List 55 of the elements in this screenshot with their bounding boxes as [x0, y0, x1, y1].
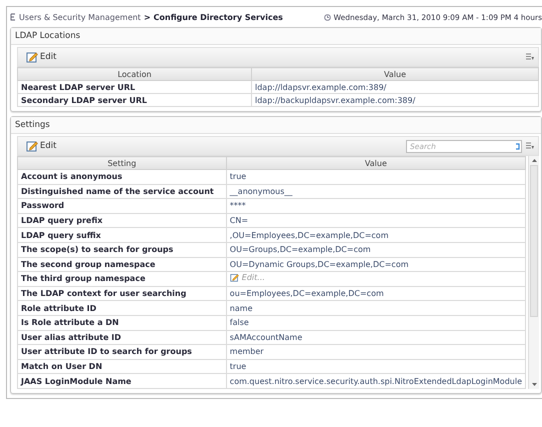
table-cell: true: [226, 359, 526, 374]
panel-title: LDAP Locations: [11, 28, 541, 45]
column-header[interactable]: Value: [252, 68, 538, 80]
scroll-up-icon[interactable]: [532, 159, 536, 162]
clock-icon: [324, 14, 331, 20]
edit-icon: [230, 273, 239, 282]
table-cell: Nearest LDAP server URL: [18, 80, 252, 94]
table-cell: true: [226, 170, 526, 184]
table-cell: Account is anonymous: [18, 170, 226, 184]
column-settings-icon[interactable]: [526, 53, 534, 61]
table-cell: ldap://ldapsvr.example.com:389/: [252, 80, 538, 94]
table-cell: JAAS LoginModule Name: [18, 374, 226, 388]
column-settings-icon[interactable]: [526, 142, 534, 150]
table-cell: LDAP query prefix: [18, 213, 226, 228]
table-cell: Password: [18, 198, 226, 214]
table-cell: Role attribute ID: [18, 300, 226, 316]
edit-button[interactable]: Edit: [24, 139, 58, 153]
column-header[interactable]: Setting: [18, 156, 226, 170]
table-cell: The second group namespace: [18, 257, 226, 272]
scrollbar[interactable]: [528, 156, 539, 389]
column-header[interactable]: Location: [18, 68, 252, 80]
table-cell: User alias attribute ID: [18, 330, 226, 345]
placeholder-text: Edit...: [242, 273, 265, 282]
table-cell: Match on User DN: [18, 359, 226, 374]
table-cell: ou=Employees,DC=example,DC=com: [226, 286, 526, 301]
table-cell: OU=Groups,DC=example,DC=com: [226, 242, 526, 258]
page-title: Configure Directory Services: [154, 12, 283, 22]
table-cell: sAMAccountName: [226, 330, 526, 345]
table-cell: name: [226, 300, 526, 316]
table-cell: member: [226, 344, 526, 360]
table-cell: ,OU=Employees,DC=example,DC=com: [226, 228, 526, 242]
table-cell: The LDAP context for user searching: [18, 286, 226, 301]
column-header[interactable]: Value: [226, 156, 526, 170]
table-cell: The scope(s) to search for groups: [18, 242, 226, 258]
edit-button[interactable]: Edit: [24, 50, 58, 64]
breadcrumb-icon: [10, 13, 16, 21]
table-cell: __anonymous__: [226, 184, 526, 199]
table-cell: LDAP query suffix: [18, 228, 226, 242]
table-cell: The third group namespace: [18, 272, 226, 286]
table-cell: Secondary LDAP server URL: [18, 94, 252, 106]
table-cell: false: [226, 315, 526, 330]
panel-title: Settings: [11, 117, 541, 134]
table-cell: com.quest.nitro.service.security.auth.spi.NitroExtendedLdapLoginModule: [226, 374, 526, 388]
table-cell: CN=: [226, 213, 526, 228]
edit-icon: [26, 140, 38, 152]
table-cell: OU=Dynamic Groups,DC=example,DC=com: [226, 257, 526, 272]
table-cell: Distinguished name of the service account: [18, 184, 226, 199]
edit-icon: [26, 51, 38, 63]
breadcrumb-separator: >: [144, 12, 151, 22]
table-cell: Is Role attribute a DN: [18, 315, 226, 330]
table-cell: User attribute ID to search for groups: [18, 344, 226, 360]
table-cell: ****: [226, 198, 526, 214]
breadcrumb-link[interactable]: Users & Security Management: [19, 12, 141, 22]
table-cell: ldap://backupldapsvr.example.com:389/: [252, 94, 538, 106]
scroll-down-icon[interactable]: [532, 382, 536, 386]
